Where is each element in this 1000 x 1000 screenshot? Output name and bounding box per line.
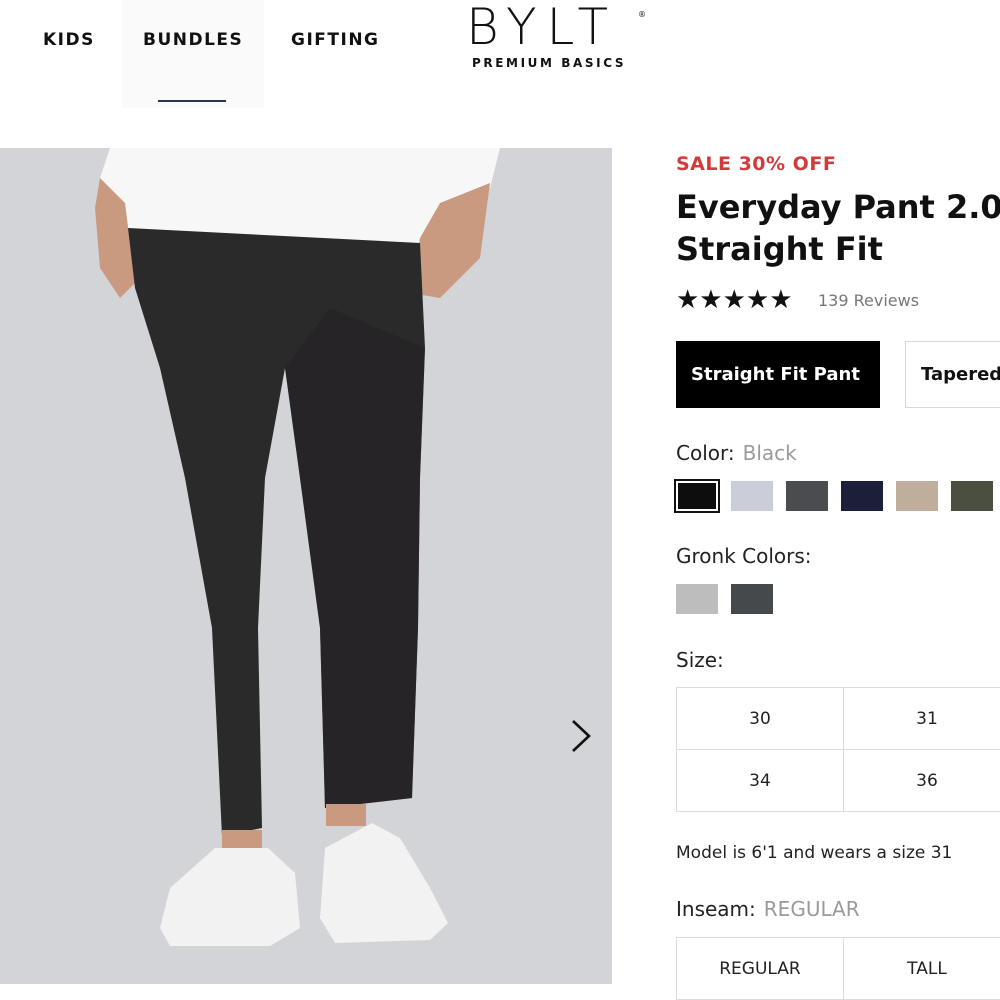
color-label: Color: [676, 441, 735, 465]
nav-item-bundles[interactable]: BUNDLES [143, 30, 243, 50]
nav-item-gifting[interactable]: GIFTING [291, 30, 380, 50]
fit-option-straight[interactable]: Straight Fit Pant [676, 341, 880, 408]
color-swatch-black[interactable] [674, 479, 720, 513]
nav-hover-highlight [122, 0, 264, 108]
logo-wordmark: BYLT [466, 0, 619, 56]
inseam-option-tall[interactable]: TALL [843, 937, 1000, 1000]
gronk-swatch-heather-grey[interactable] [676, 584, 718, 614]
size-option-36[interactable]: 36 [843, 749, 1000, 812]
reviews-link[interactable]: 139 Reviews [818, 291, 919, 310]
product-title: Everyday Pant 2.0 - Straight Fit [676, 186, 1000, 270]
site-header: KIDS BUNDLES GIFTING BYLT ® PREMIUM BASI… [0, 0, 1000, 110]
color-swatch-light-grey[interactable] [731, 481, 773, 511]
product-image [0, 148, 612, 984]
inseam-selected-value: REGULAR [763, 897, 860, 921]
next-image-button[interactable] [562, 714, 602, 758]
logo-tagline: PREMIUM BASICS [472, 56, 627, 70]
size-option-30[interactable]: 30 [676, 687, 844, 750]
inseam-label-row: Inseam: REGULAR [676, 897, 860, 921]
size-label: Size: [676, 648, 724, 672]
color-swatch-olive[interactable] [951, 481, 993, 511]
chevron-right-icon [572, 720, 591, 752]
rating-stars-icon: ★★★★★ [676, 285, 793, 315]
color-label-row: Color: Black [676, 441, 797, 465]
color-swatch-tan[interactable] [896, 481, 938, 511]
product-title-line-1: Everyday Pant 2.0 - [676, 188, 1000, 226]
inseam-option-regular[interactable]: REGULAR [676, 937, 844, 1000]
gronk-swatch-dark-grey[interactable] [731, 584, 773, 614]
size-option-31[interactable]: 31 [843, 687, 1000, 750]
color-swatch-charcoal[interactable] [786, 481, 828, 511]
product-title-line-2: Straight Fit [676, 230, 883, 268]
logo-registered-mark: ® [638, 10, 646, 19]
brand-logo[interactable]: BYLT ® PREMIUM BASICS [466, 2, 650, 74]
sale-badge: SALE 30% OFF [676, 153, 837, 175]
model-fit-note: Model is 6'1 and wears a size 31 [676, 843, 953, 863]
color-swatch-navy[interactable] [841, 481, 883, 511]
nav-item-kids[interactable]: KIDS [43, 30, 95, 50]
size-option-34[interactable]: 34 [676, 749, 844, 812]
inseam-label: Inseam: [676, 897, 756, 921]
fit-option-tapered[interactable]: Tapered Fit Pant [905, 341, 1000, 408]
gronk-colors-label: Gronk Colors: [676, 544, 812, 568]
color-selected-value: Black [742, 441, 797, 465]
product-photo-illustration [0, 148, 612, 984]
nav-active-underline [158, 100, 226, 102]
